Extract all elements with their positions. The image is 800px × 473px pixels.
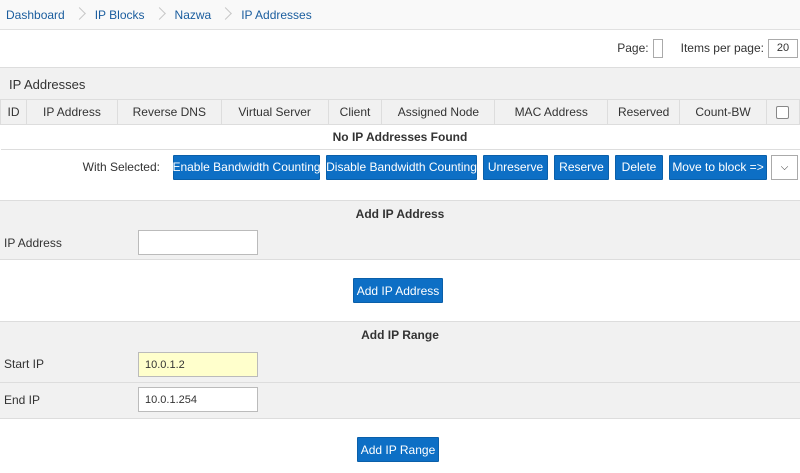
- column-header-assigned-node[interactable]: Assigned Node: [381, 99, 496, 125]
- page-label: Page:: [617, 41, 649, 55]
- column-header-count-bw[interactable]: Count-BW: [679, 99, 767, 125]
- ip-address-label: IP Address: [4, 236, 62, 250]
- items-per-page-label: Items per page:: [680, 41, 764, 55]
- chevron-right-icon: [75, 0, 83, 30]
- items-per-page-input[interactable]: 20: [768, 38, 798, 58]
- add-ip-address-button[interactable]: Add IP Address: [353, 278, 443, 303]
- add-ip-range-header: Add IP Range: [0, 321, 800, 348]
- end-ip-input[interactable]: 10.0.1.254: [138, 387, 258, 412]
- bulk-actions-bar: With Selected: Enable Bandwidth Counting…: [0, 152, 800, 182]
- ip-addresses-table: ID IP Address Reverse DNS Virtual Server…: [0, 99, 800, 150]
- add-ip-range-button[interactable]: Add IP Range: [357, 437, 439, 462]
- disable-bandwidth-counting-button[interactable]: Disable Bandwidth Counting: [326, 154, 477, 180]
- breadcrumb-item-ip-blocks[interactable]: IP Blocks: [95, 8, 145, 22]
- delete-button[interactable]: Delete: [615, 154, 663, 180]
- chevron-right-icon: [155, 0, 163, 30]
- column-header-reserved[interactable]: Reserved: [607, 99, 681, 125]
- table-row: No IP Addresses Found: [0, 124, 800, 150]
- start-ip-input[interactable]: 10.0.1.2: [138, 352, 258, 377]
- move-to-block-button[interactable]: Move to block =>: [669, 154, 767, 180]
- page-input[interactable]: [652, 38, 663, 58]
- column-header-id[interactable]: ID: [0, 99, 27, 125]
- pagination: Page: Items per page: 20: [617, 38, 798, 58]
- add-ip-address-header: Add IP Address: [0, 200, 800, 227]
- select-all-cell: [765, 99, 800, 125]
- panel-title: IP Addresses: [0, 67, 800, 99]
- chevron-right-icon: [221, 0, 229, 30]
- enable-bandwidth-counting-button[interactable]: Enable Bandwidth Counting: [172, 154, 321, 180]
- breadcrumb-item-nazwa[interactable]: Nazwa: [175, 8, 212, 22]
- chevron-down-icon: ⌵: [780, 161, 789, 173]
- breadcrumb-item-dashboard[interactable]: Dashboard: [6, 8, 65, 22]
- end-ip-row: End IP 10.0.1.254: [0, 383, 800, 419]
- breadcrumb-item-ip-addresses[interactable]: IP Addresses: [241, 8, 312, 22]
- column-header-client[interactable]: Client: [327, 99, 383, 125]
- reserve-button[interactable]: Reserve: [554, 154, 609, 180]
- empty-message: No IP Addresses Found: [0, 124, 800, 150]
- breadcrumb: Dashboard IP Blocks Nazwa IP Addresses: [0, 0, 800, 30]
- start-ip-row: Start IP 10.0.1.2: [0, 347, 800, 383]
- table-header-row: ID IP Address Reverse DNS Virtual Server…: [0, 99, 800, 125]
- ip-address-input[interactable]: [138, 230, 258, 255]
- start-ip-label: Start IP: [4, 357, 45, 371]
- select-all-checkbox[interactable]: [776, 106, 790, 120]
- with-selected-label: With Selected:: [82, 160, 160, 174]
- ip-address-row: IP Address: [0, 226, 800, 260]
- column-header-reverse-dns[interactable]: Reverse DNS: [116, 99, 222, 125]
- column-header-ip-address[interactable]: IP Address: [25, 99, 118, 125]
- column-header-virtual-server[interactable]: Virtual Server: [220, 99, 329, 125]
- unreserve-button[interactable]: Unreserve: [483, 154, 548, 180]
- end-ip-label: End IP: [4, 393, 41, 407]
- column-header-mac-address[interactable]: MAC Address: [494, 99, 609, 125]
- block-select[interactable]: ⌵: [771, 154, 798, 180]
